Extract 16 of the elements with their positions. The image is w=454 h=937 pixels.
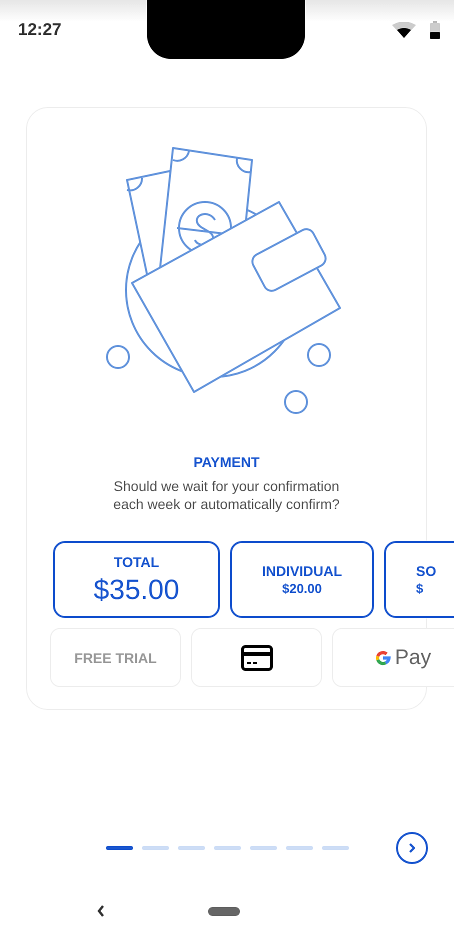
price-option[interactable]: INDIVIDUAL $20.00 — [230, 541, 374, 618]
payment-question: Should we wait for your confirmation each week or automatically confirm? — [112, 477, 341, 513]
chevron-right-icon — [409, 843, 415, 853]
price-option[interactable]: SO $ — [384, 541, 454, 618]
status-time: 12:27 — [18, 20, 62, 40]
wifi-icon — [392, 22, 416, 38]
next-button[interactable] — [396, 832, 428, 864]
credit-card-button[interactable] — [191, 628, 322, 687]
credit-card-icon — [240, 644, 272, 670]
payment-title: PAYMENT — [193, 454, 260, 470]
back-icon[interactable] — [97, 905, 104, 917]
battery-icon — [430, 21, 440, 39]
page-indicator[interactable] — [106, 846, 133, 850]
home-handle[interactable] — [208, 906, 240, 916]
price-option[interactable]: TOTAL $35.00 — [53, 541, 220, 618]
google-pay-button[interactable]: Pay — [332, 628, 454, 687]
